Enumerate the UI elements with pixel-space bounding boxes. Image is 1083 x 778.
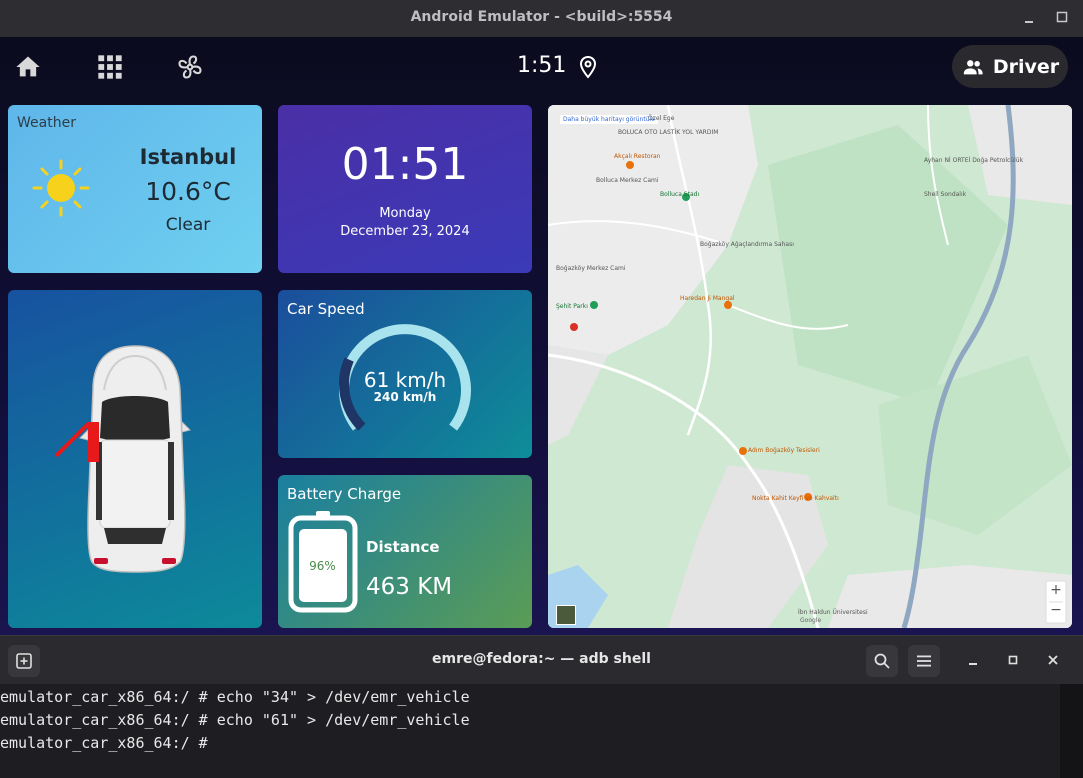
window-titlebar: Android Emulator - <build>:5554 [0,0,1083,37]
map-label: Akçalı Restoran [614,153,661,160]
map-label: Şehit Parkı [556,303,588,310]
terminal-scrollbar[interactable] [1060,684,1083,778]
distance-value: 463 KM [366,574,453,600]
terminal-minimize-button[interactable] [966,653,980,667]
map-label: Nokta Kahit Keyfi ve Kahvaltı [752,495,839,502]
weather-condition: Clear [165,215,211,235]
terminal-line: emulator_car_x86_64:/ # echo "61" > /dev… [0,711,470,729]
speed-max: 240 km/h [373,390,437,404]
weather-label: Weather [17,115,76,131]
map-larger-link[interactable]: Daha büyük haritayı görüntüle [560,115,658,124]
satellite-toggle[interactable] [556,605,576,625]
people-icon [963,59,983,74]
status-time: 1:51 [517,53,567,78]
battery-percent: 96% [309,559,336,573]
clock-date: December 23, 2024 [340,224,470,239]
clock-day: Monday [379,206,431,221]
map-label: Shell Sondalık [924,191,967,198]
zoom-out-button[interactable]: − [1048,602,1064,618]
apps-grid-icon[interactable] [96,53,124,81]
speed-value: 61 km/h [363,368,447,392]
map-label: Adım Boğazköy Tesisleri [748,447,820,454]
hamburger-menu-icon [917,655,931,667]
car-top-view [54,345,191,573]
maximize-button[interactable] [1055,10,1069,24]
map-label: Bollucа Merkez Cami [596,177,659,184]
map-label: Boğazköy Ağaçlandırma Sahası [700,241,794,248]
battery-label: Battery Charge [287,485,402,503]
car-status-card[interactable] [8,290,262,628]
weather-city: Istanbul [139,145,237,169]
terminal-line: emulator_car_x86_64:/ # [0,734,217,752]
zoom-in-button[interactable]: + [1048,582,1064,598]
battery-card: Battery Charge 96% Distance 463 KM [278,475,532,628]
map-label: Haredan Ji Mangal [680,295,735,302]
terminal-close-button[interactable] [1046,653,1060,667]
location-pin-icon [576,54,604,82]
home-icon[interactable] [14,53,42,81]
sun-icon [32,159,90,221]
terminal-menu-button[interactable] [908,645,940,677]
weather-card[interactable]: Weather Istanbul 10.6°C Clear [8,105,262,273]
map-label: İbn Haldun Üniversitesi [798,609,868,616]
terminal-headerbar: emre@fedora:~ — adb shell [0,635,1083,685]
terminal-maximize-button[interactable] [1006,653,1020,667]
search-icon [874,653,890,669]
weather-temperature: 10.6°C [145,177,231,206]
fan-icon[interactable] [176,53,204,81]
map-label: Bolluca Stadı [660,191,700,198]
minimize-button[interactable] [1022,10,1036,24]
window-title: Android Emulator - <build>:5554 [410,9,673,25]
clock-card: 01:51 Monday December 23, 2024 [278,105,532,273]
map-label: BOLUCA OTO LASTİK YOL YARDIM [618,129,719,136]
driver-profile-button[interactable]: Driver [952,45,1068,88]
driver-label: Driver [992,55,1060,78]
terminal-output[interactable]: emulator_car_x86_64:/ # echo "34" > /dev… [0,684,1060,778]
car-speed-card: Car Speed 61 km/h 240 km/h [278,290,532,458]
map-view[interactable]: Daha büyük haritayı görüntüle Özel Ege B… [548,105,1072,628]
terminal-search-button[interactable] [866,645,898,677]
map-label: Özel Ege [648,115,675,122]
clock-time: 01:51 [341,139,469,190]
distance-label: Distance [366,538,440,556]
google-logo: Google [800,617,822,624]
emulator-screen: 1:51 Driver Weather Istanbul 10.6°C Clea… [0,37,1083,635]
terminal-line: emulator_car_x86_64:/ # echo "34" > /dev… [0,688,470,706]
map-label: Boğazköy Merkez Cami [556,265,626,272]
map-label: Ayhan Nİ ORTEİ Doğa Petrolcülük [924,157,1024,164]
